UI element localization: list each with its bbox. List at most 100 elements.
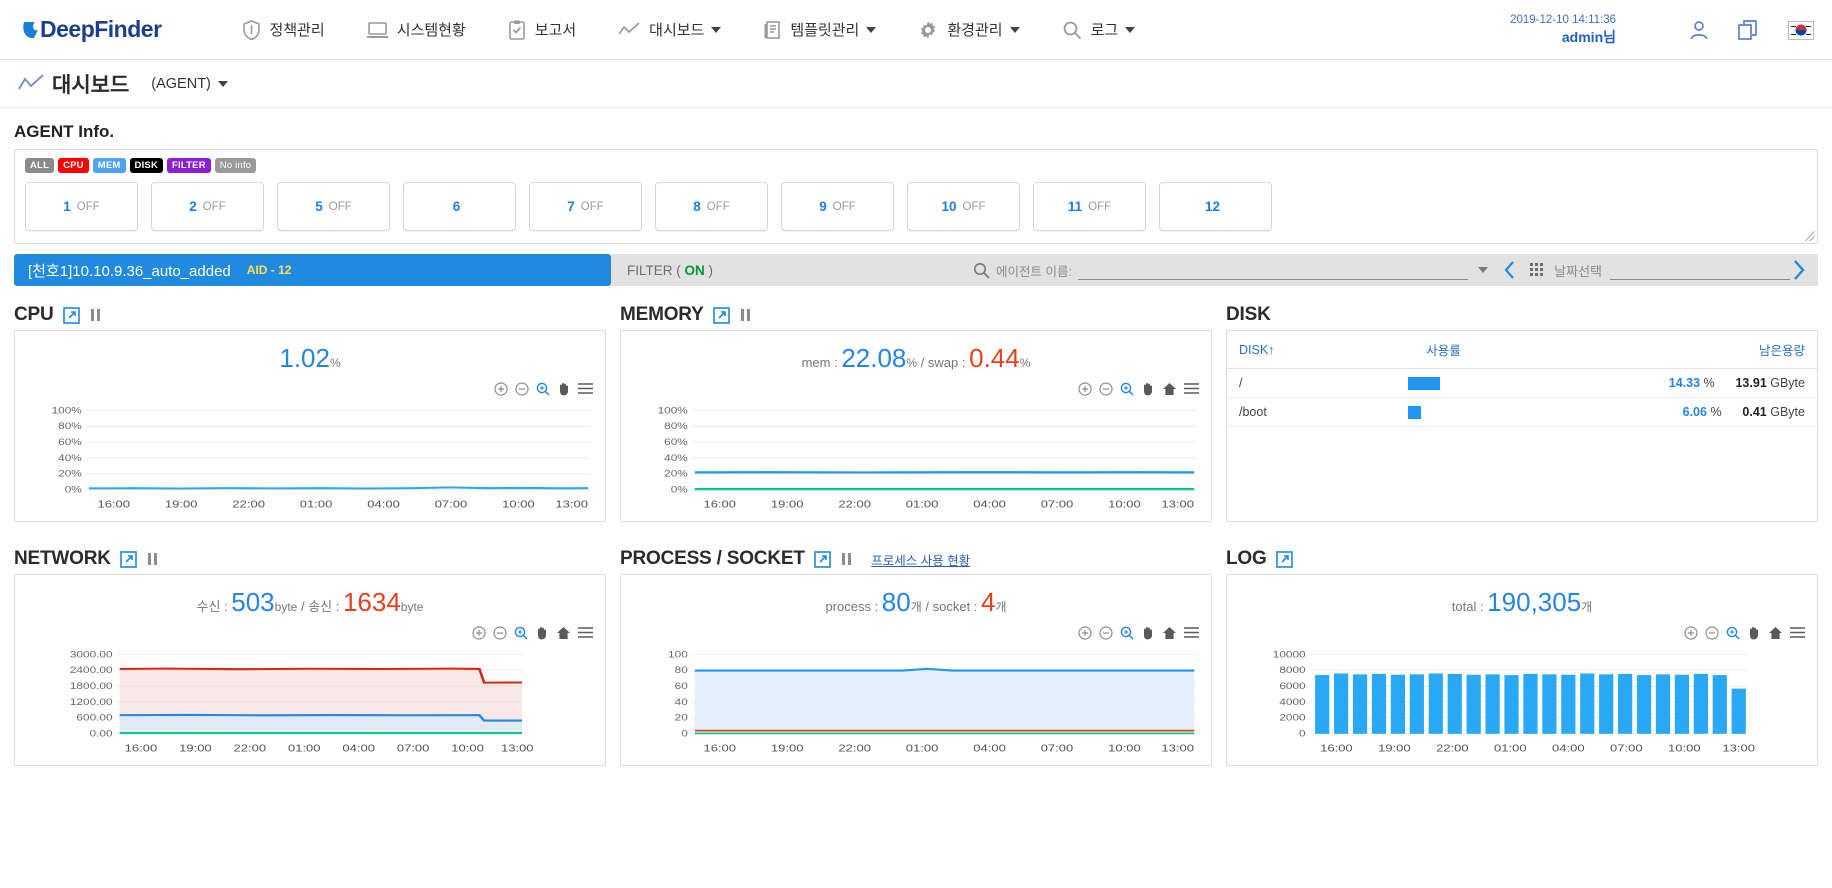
menu-icon[interactable] [578, 626, 593, 639]
agent-card[interactable]: 5 OFF [277, 182, 390, 231]
nav-item-dashboard[interactable]: 대시보드 [618, 19, 722, 40]
agent-card[interactable]: 2 OFF [151, 182, 264, 231]
menu-icon[interactable] [1790, 626, 1805, 639]
zoom-select-icon[interactable] [1726, 626, 1740, 640]
svg-text:22:00: 22:00 [232, 499, 265, 510]
home-icon[interactable] [1162, 626, 1177, 640]
agent-card[interactable]: 11 OFF [1033, 182, 1146, 231]
zoom-in-icon[interactable] [1078, 381, 1092, 396]
agent-card[interactable]: 9 OFF [781, 182, 894, 231]
badge-no-info[interactable]: No info [214, 158, 257, 173]
pan-icon[interactable] [1141, 381, 1155, 396]
nav-item-report[interactable]: 보고서 [508, 19, 576, 40]
korea-flag-icon[interactable] [1788, 20, 1814, 40]
process-chart[interactable]: 100 80 60 40 20 0 16:00 19:00 22:00 01:0… [631, 647, 1199, 759]
badge-all[interactable]: ALL [25, 158, 55, 173]
calendar-icon[interactable] [1530, 262, 1546, 278]
copy-icon[interactable] [1736, 18, 1760, 42]
menu-icon[interactable] [578, 382, 593, 395]
agent-card-status: OFF [962, 200, 986, 213]
chevron-down-icon[interactable] [1478, 267, 1489, 273]
pan-icon[interactable] [1747, 625, 1761, 640]
expand-icon[interactable] [1275, 550, 1293, 568]
zoom-out-icon[interactable] [1099, 381, 1113, 396]
zoom-select-icon[interactable] [1120, 626, 1134, 640]
disk-percent: 14.33 [1668, 376, 1701, 390]
zoom-in-icon[interactable] [472, 625, 486, 640]
svg-text:13:00: 13:00 [501, 743, 534, 754]
svg-text:10:00: 10:00 [1108, 499, 1141, 510]
expand-icon[interactable] [712, 306, 730, 324]
expand-icon[interactable] [813, 550, 831, 568]
agent-card[interactable]: 8 OFF [655, 182, 768, 231]
zoom-select-icon[interactable] [1120, 382, 1134, 396]
pause-icon[interactable] [90, 309, 101, 321]
chevron-down-icon [1009, 26, 1020, 33]
nav-item-log[interactable]: 로그 [1062, 19, 1136, 40]
agent-card[interactable]: 1 OFF [25, 182, 138, 231]
menu-icon[interactable] [1184, 382, 1199, 395]
disk-usage-values: 6.06 % 0.41 GByte [1567, 397, 1817, 427]
selected-agent[interactable]: [천호1]10.10.9.36_auto_added AID - 12 [14, 254, 611, 286]
pause-icon[interactable] [740, 309, 751, 321]
zoom-in-icon[interactable] [1684, 625, 1698, 640]
zoom-in-icon[interactable] [1078, 625, 1092, 640]
process-usage-link[interactable]: 프로세스 사용 현황 [871, 550, 970, 569]
pan-icon[interactable] [557, 381, 571, 396]
agent-search-input[interactable] [1077, 260, 1469, 280]
prev-date-button[interactable] [1502, 260, 1518, 280]
app-logo[interactable]: DeepFinder [22, 16, 162, 43]
resize-grip[interactable] [1805, 231, 1815, 241]
next-date-button[interactable] [1790, 259, 1808, 281]
log-chart[interactable]: 10000 8000 6000 4000 2000 0 16:00 19:00 … [1237, 647, 1805, 759]
panel-body: process : 80개 / socket : 4개 100 80 60 40… [620, 574, 1212, 766]
svg-text:0: 0 [1299, 729, 1306, 740]
cpu-chart[interactable]: 100% 80% 60% 40% 20% 0% 16:00 19:00 22:0… [25, 403, 593, 515]
expand-icon[interactable] [119, 550, 137, 568]
zoom-in-icon[interactable] [494, 381, 508, 396]
badge-cpu[interactable]: CPU [58, 158, 89, 173]
expand-icon[interactable] [62, 306, 80, 324]
badge-filter[interactable]: FILTER [167, 158, 211, 173]
nav-item-settings[interactable]: 환경관리 [918, 19, 1020, 40]
pause-icon[interactable] [841, 553, 852, 565]
menu-icon[interactable] [1184, 626, 1199, 639]
search-icon [973, 262, 990, 279]
user-icon[interactable] [1688, 19, 1710, 41]
pause-icon[interactable] [147, 553, 158, 565]
agent-card[interactable]: 6 [403, 182, 516, 231]
badge-disk[interactable]: DISK [129, 158, 164, 173]
pan-icon[interactable] [535, 625, 549, 640]
panel-grid-row-1: CPU 1.02% 100% 80% 60% 40% 20% 0% 16:00 … [0, 300, 1832, 530]
date-select-input[interactable] [1610, 260, 1790, 280]
nav-item-system-status[interactable]: 시스템현황 [366, 19, 466, 40]
nav-item-policy[interactable]: 정책관리 [242, 19, 325, 40]
home-icon[interactable] [1768, 626, 1783, 640]
home-icon[interactable] [1162, 382, 1177, 396]
zoom-out-icon[interactable] [515, 381, 529, 396]
agent-scope-dropdown[interactable]: (AGENT) [151, 76, 228, 92]
y-axis-labels: 100 80 60 40 20 0 [668, 649, 688, 739]
table-row[interactable]: /boot 6.06 % 0.41 GByte [1227, 397, 1817, 427]
column-header-free[interactable]: 남은용량 [1567, 331, 1817, 369]
table-row[interactable]: / 14.33 % 13.91 GByte [1227, 368, 1817, 398]
network-chart[interactable]: 3000.00 2400.00 1800.00 1200.00 600.00 0… [25, 647, 593, 759]
zoom-out-icon[interactable] [1705, 625, 1719, 640]
badge-mem[interactable]: MEM [92, 158, 126, 173]
zoom-out-icon[interactable] [1099, 625, 1113, 640]
zoom-out-icon[interactable] [493, 625, 507, 640]
panel-title: LOG [1226, 548, 1267, 569]
agent-card[interactable]: 7 OFF [529, 182, 642, 231]
nav-item-template[interactable]: 템플릿관리 [763, 19, 877, 40]
zoom-select-icon[interactable] [536, 382, 550, 396]
zoom-select-icon[interactable] [514, 626, 528, 640]
home-icon[interactable] [556, 626, 571, 640]
chart-line-icon [618, 21, 640, 38]
agent-card[interactable]: 10 OFF [907, 182, 1020, 231]
pan-icon[interactable] [1141, 625, 1155, 640]
filter-status[interactable]: FILTER ( ON ) [627, 263, 713, 278]
column-header-usage[interactable]: 사용률 [1319, 331, 1568, 369]
memory-chart[interactable]: 100% 80% 60% 40% 20% 0% 16:00 19:00 22:0… [631, 403, 1199, 515]
agent-card[interactable]: 12 [1159, 182, 1272, 231]
column-header-disk[interactable]: DISK↑ [1227, 331, 1320, 369]
